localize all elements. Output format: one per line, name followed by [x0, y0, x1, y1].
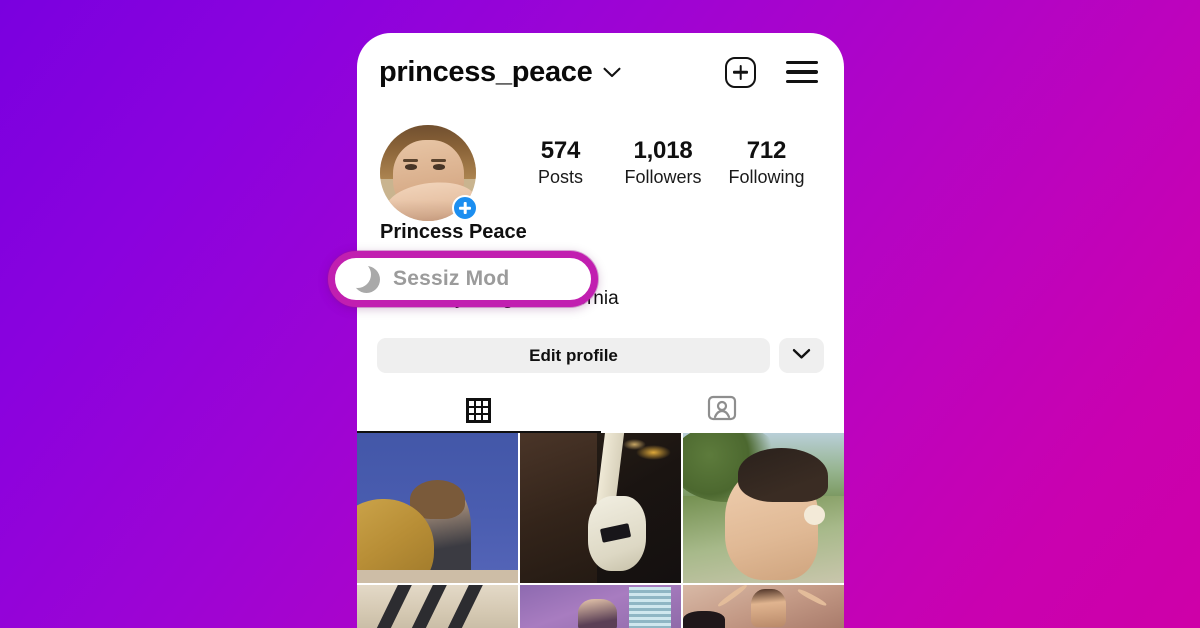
profile-tabs — [357, 388, 844, 433]
photo-grid — [357, 433, 844, 628]
account-username[interactable]: princess_peace — [379, 56, 593, 89]
stat-following[interactable]: 712 Following — [728, 137, 804, 190]
avatar[interactable] — [380, 125, 478, 221]
photo-detail — [796, 587, 828, 608]
photo-thumbnail[interactable] — [520, 585, 681, 628]
photo-subject — [750, 588, 787, 628]
photo-detail — [623, 439, 646, 450]
profile-stats: 574 Posts 1,018 Followers 712 Following — [476, 125, 824, 190]
grid-cell — [468, 414, 476, 421]
photo-detail — [442, 585, 486, 628]
screenshot-canvas: princess_peace 574 Posts 1,018 Followers… — [0, 0, 1200, 628]
grid-cell — [482, 414, 490, 421]
hamburger-line — [786, 70, 818, 74]
plus-square-icon[interactable] — [725, 56, 756, 88]
more-options-button[interactable] — [779, 338, 824, 373]
grid-cell — [475, 407, 483, 414]
photo-thumbnail[interactable] — [520, 433, 681, 583]
grid-cell — [482, 400, 490, 407]
hamburger-menu-icon[interactable] — [786, 61, 818, 83]
crescent-moon-icon — [344, 260, 380, 293]
stat-posts[interactable]: 574 Posts — [523, 137, 597, 190]
hamburger-line — [786, 61, 818, 65]
instagram-profile-screen: princess_peace 574 Posts 1,018 Followers… — [357, 33, 844, 628]
sessiz-mod-label: Sessiz Mod — [393, 267, 510, 290]
avatar-brow-right — [430, 158, 447, 163]
photo-detail — [407, 585, 451, 628]
stat-label: Following — [728, 167, 805, 188]
grid-icon — [466, 398, 492, 423]
chevron-down-icon[interactable] — [603, 65, 622, 83]
grid-cell — [475, 400, 483, 407]
photo-detail — [595, 433, 625, 506]
profile-action-row: Edit profile — [377, 338, 824, 373]
add-story-plus-icon[interactable] — [452, 195, 478, 221]
profile-header-row: 574 Posts 1,018 Followers 712 Following — [357, 111, 844, 221]
tagged-person-icon — [707, 394, 737, 427]
grid-cell — [468, 400, 476, 407]
photo-subject — [577, 598, 617, 628]
profile-display-name: Princess Peace — [380, 221, 527, 243]
app-top-bar: princess_peace — [357, 33, 844, 111]
stat-label: Posts — [537, 167, 583, 188]
stat-value: 712 — [746, 137, 787, 164]
photo-thumbnail[interactable] — [357, 433, 518, 583]
photo-thumbnail[interactable] — [357, 585, 518, 628]
photo-detail — [357, 569, 518, 583]
chevron-down-icon — [792, 347, 811, 365]
stat-value: 574 — [540, 137, 581, 164]
hamburger-line — [786, 79, 818, 83]
stat-followers[interactable]: 1,018 Followers — [624, 137, 701, 190]
tab-grid[interactable] — [357, 388, 601, 433]
photo-detail — [683, 611, 725, 628]
grid-cell — [475, 414, 483, 421]
photo-detail — [520, 433, 598, 583]
photo-detail — [371, 585, 415, 628]
grid-cell — [482, 407, 490, 414]
photo-thumbnail[interactable] — [683, 433, 844, 583]
photo-detail — [629, 586, 672, 628]
tab-tagged[interactable] — [601, 388, 845, 433]
photo-detail — [737, 448, 828, 502]
photo-detail — [803, 505, 825, 525]
grid-cell — [468, 407, 476, 414]
sessiz-mod-highlight-pill[interactable]: Sessiz Mod — [328, 251, 598, 307]
stat-value: 1,018 — [633, 137, 693, 164]
edit-profile-button[interactable]: Edit profile — [377, 338, 770, 373]
photo-thumbnail[interactable] — [683, 585, 844, 628]
avatar-brow-left — [403, 158, 419, 163]
stat-label: Followers — [624, 167, 702, 188]
photo-detail — [716, 585, 749, 609]
